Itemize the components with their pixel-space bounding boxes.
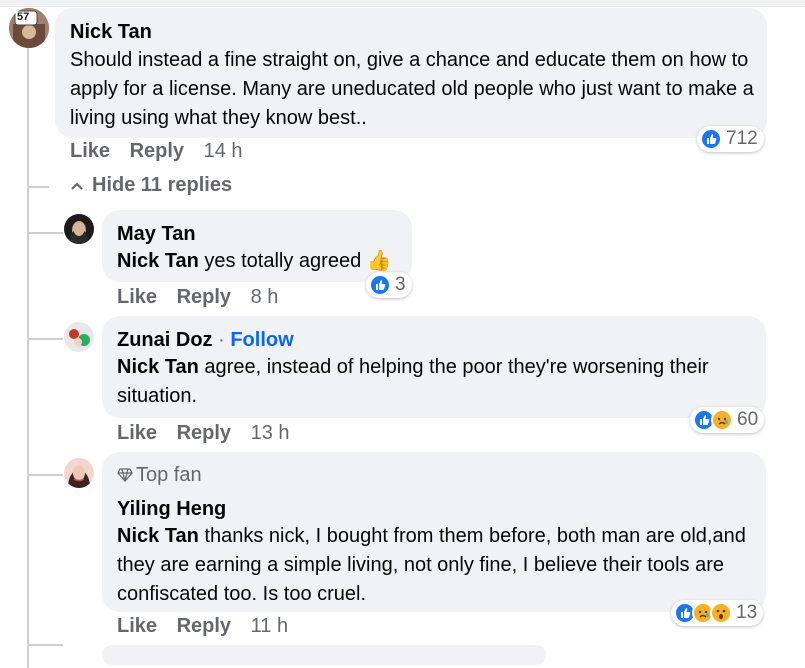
mention-link[interactable]: Nick Tan	[117, 356, 199, 378]
reaction-summary[interactable]: 3	[366, 272, 412, 298]
top-fan-label: Top fan	[136, 464, 202, 486]
thread-branch-1	[27, 186, 49, 188]
hide-replies-button[interactable]: Hide 11 replies	[70, 174, 232, 197]
reaction-count: 712	[726, 128, 758, 149]
follow-button[interactable]: Follow	[230, 329, 293, 351]
avatar-image	[64, 214, 94, 244]
comment-text: thanks nick, I bought from them before, …	[117, 525, 746, 605]
like-button[interactable]: Like	[70, 140, 110, 162]
avatar-yiling-heng[interactable]	[64, 458, 94, 488]
chevron-up-icon	[70, 174, 84, 197]
avatar-image	[64, 322, 94, 352]
reaction-summary[interactable]: 712	[697, 126, 764, 152]
like-button[interactable]: Like	[117, 286, 157, 308]
reply-button[interactable]: Reply	[177, 422, 231, 444]
comment-author[interactable]: Zunai Doz	[117, 329, 213, 351]
comment-bubble: Zunai Doz · Follow Nick Tan agree, inste…	[102, 316, 766, 418]
avatar-may-tan[interactable]	[64, 214, 94, 244]
comment-text: yes totally agreed 👍	[198, 250, 392, 272]
avatar-badge: 57	[17, 11, 30, 23]
comment-timestamp[interactable]: 8 h	[251, 286, 279, 308]
avatar-nick-tan[interactable]: 57	[9, 8, 49, 48]
avatar-zunai-doz[interactable]	[64, 322, 94, 352]
diamond-icon	[117, 464, 133, 490]
hide-replies-label: Hide 11 replies	[92, 174, 233, 196]
thread-branch-2	[27, 232, 63, 234]
thread-branch-4	[27, 474, 63, 476]
comment-timestamp[interactable]: 14 h	[204, 140, 243, 162]
reply-button[interactable]: Reply	[130, 140, 184, 162]
separator-dot: ·	[212, 329, 231, 351]
comment-actions: Like Reply 11 h	[117, 615, 302, 638]
like-reaction-icon	[369, 274, 391, 296]
comment-actions: Like Reply 8 h	[117, 286, 292, 309]
reaction-count: 13	[736, 602, 758, 623]
reaction-count: 60	[737, 409, 759, 430]
comment-text: agree, instead of helping the poor they'…	[117, 356, 709, 407]
comment-author[interactable]: May Tan	[117, 221, 392, 247]
comment-actions: Like Reply 13 h	[117, 422, 304, 445]
thread-branch-3	[27, 338, 63, 340]
next-comment-bubble	[102, 645, 546, 665]
reaction-summary[interactable]: 60	[690, 407, 765, 433]
care-reaction-icon	[711, 409, 733, 431]
top-divider	[0, 0, 805, 7]
comment-text: Should instead a fine straight on, give …	[70, 49, 754, 129]
comment-actions: Like Reply 14 h	[70, 140, 257, 163]
reaction-count: 3	[395, 274, 406, 295]
thread-line-main	[27, 48, 29, 668]
like-button[interactable]: Like	[117, 615, 157, 637]
comment-author[interactable]: Yiling Heng	[117, 496, 757, 522]
comment-bubble: Nick Tan Should instead a fine straight …	[55, 8, 767, 138]
like-reaction-icon	[700, 128, 722, 150]
mention-link[interactable]: Nick Tan	[117, 250, 199, 272]
comment-bubble: Top fan Yiling Heng Nick Tan thanks nick…	[102, 452, 766, 612]
comment-bubble: May Tan Nick Tan yes totally agreed 👍	[102, 210, 412, 282]
reply-button[interactable]: Reply	[177, 615, 231, 637]
like-button[interactable]: Like	[117, 422, 157, 444]
thread-branch-5	[27, 644, 63, 646]
comment-timestamp[interactable]: 11 h	[251, 615, 288, 637]
mention-link[interactable]: Nick Tan	[117, 525, 199, 547]
wow-reaction-icon	[710, 602, 732, 624]
comment-author[interactable]: Nick Tan	[70, 19, 760, 45]
reply-button[interactable]: Reply	[177, 286, 231, 308]
reaction-summary[interactable]: 13	[671, 600, 764, 626]
comment-timestamp[interactable]: 13 h	[251, 422, 290, 444]
top-fan-badge: Top fan	[117, 462, 757, 490]
avatar-image	[64, 458, 94, 488]
